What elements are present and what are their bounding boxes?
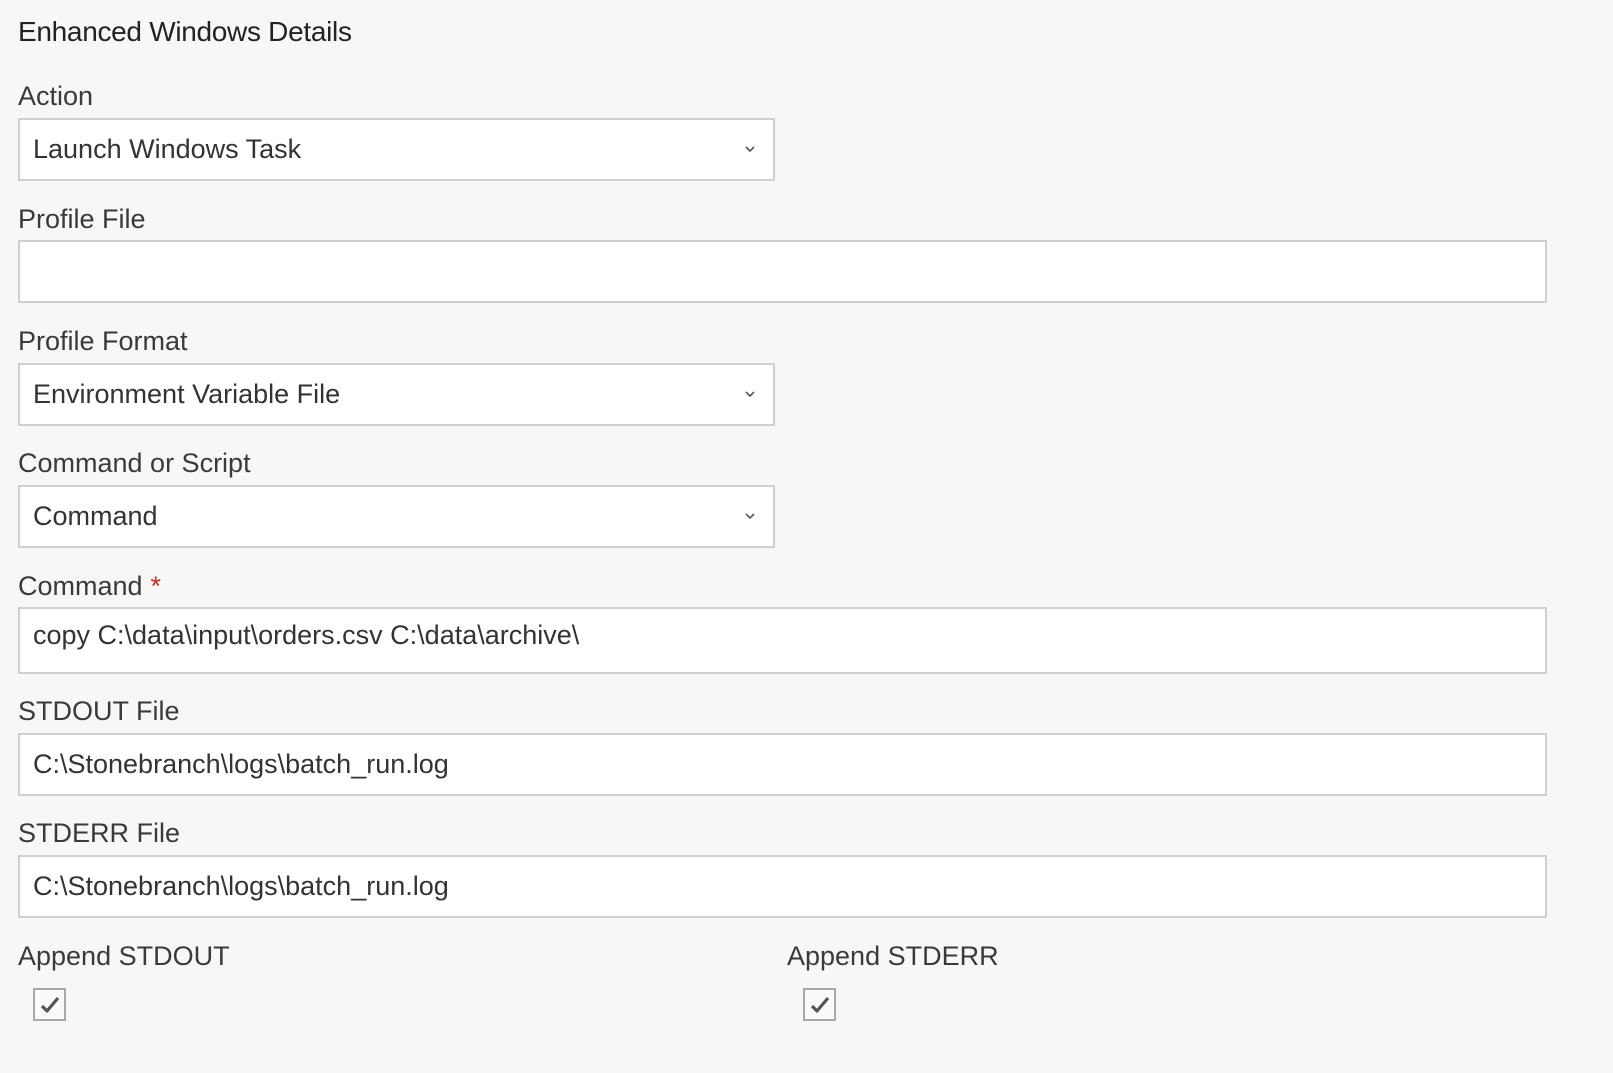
checkmark-icon — [810, 996, 829, 1013]
section-title: Enhanced Windows Details — [18, 16, 352, 47]
action-select[interactable]: Launch Windows Task — [18, 118, 775, 181]
command-textarea[interactable]: copy C:\data\input\orders.csv C:\data\ar… — [18, 607, 1547, 674]
required-marker: * — [150, 571, 162, 601]
command-label: Command * — [18, 570, 161, 602]
append-stdout-label: Append STDOUT — [18, 941, 230, 971]
action-value: Launch Windows Task — [33, 134, 302, 164]
command-or-script-label: Command or Script — [18, 448, 251, 478]
stderr-file-value: C:\Stonebranch\logs\batch_run.log — [33, 871, 449, 901]
stderr-file-input[interactable]: C:\Stonebranch\logs\batch_run.log — [18, 855, 1547, 918]
enhanced-windows-details-panel: Enhanced Windows Details Action Launch W… — [0, 0, 1613, 1073]
command-or-script-value: Command — [33, 501, 158, 531]
append-stdout-checkbox[interactable] — [33, 988, 66, 1021]
command-value: copy C:\data\input\orders.csv C:\data\ar… — [33, 620, 580, 650]
checkmark-icon — [40, 996, 59, 1013]
profile-file-input[interactable] — [18, 240, 1547, 303]
stdout-file-input[interactable]: C:\Stonebranch\logs\batch_run.log — [18, 733, 1547, 796]
profile-format-label: Profile Format — [18, 326, 188, 356]
append-stderr-checkbox[interactable] — [803, 988, 836, 1021]
chevron-down-icon — [745, 512, 755, 519]
chevron-down-icon — [745, 390, 755, 397]
command-or-script-select[interactable]: Command — [18, 485, 775, 548]
chevron-down-icon — [745, 145, 755, 152]
stderr-file-label: STDERR File — [18, 818, 181, 848]
stdout-file-value: C:\Stonebranch\logs\batch_run.log — [33, 749, 449, 779]
action-label: Action — [18, 81, 94, 111]
profile-file-label: Profile File — [18, 204, 146, 234]
profile-format-select[interactable]: Environment Variable File — [18, 363, 775, 426]
command-label-text: Command — [18, 571, 143, 601]
profile-format-value: Environment Variable File — [33, 379, 341, 409]
append-stderr-label: Append STDERR — [787, 941, 999, 971]
stdout-file-label: STDOUT File — [18, 696, 180, 726]
